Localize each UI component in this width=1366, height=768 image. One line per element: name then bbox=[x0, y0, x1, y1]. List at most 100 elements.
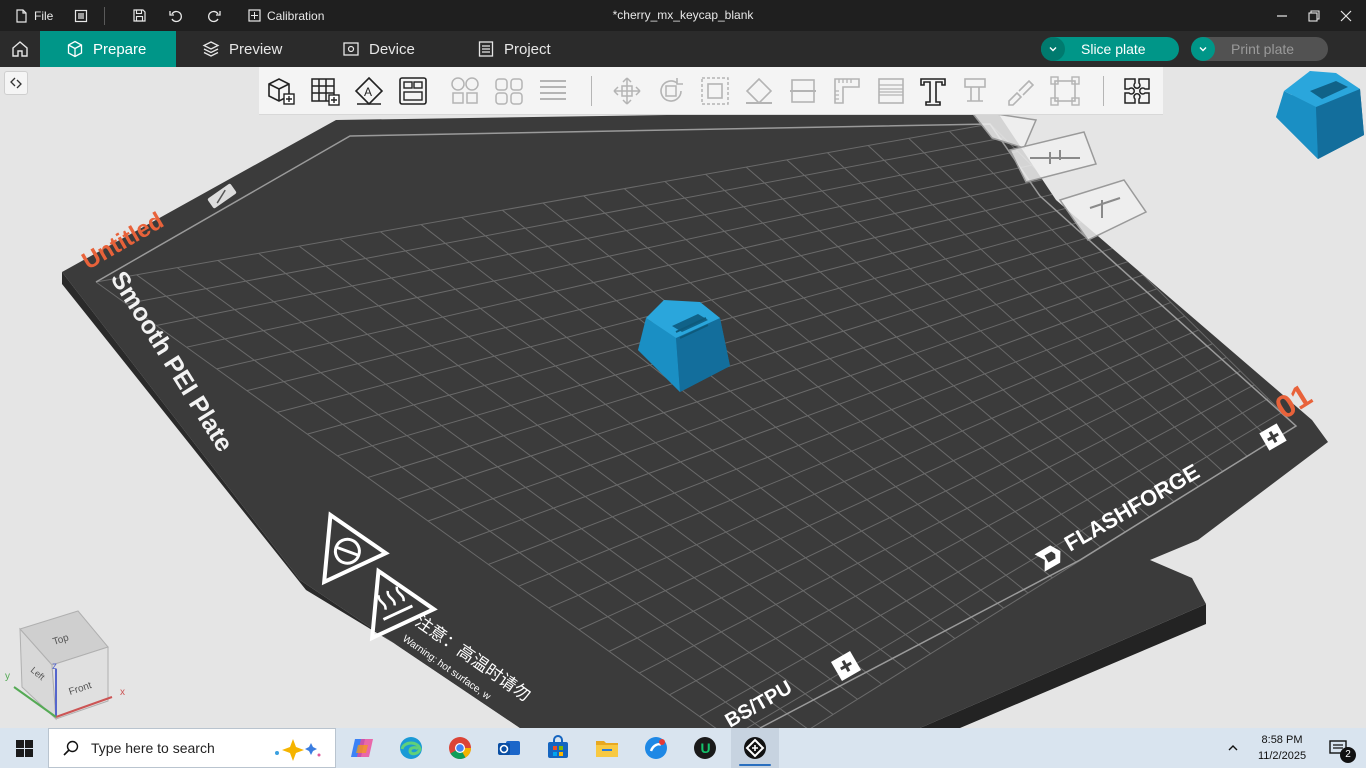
split-objects-button[interactable] bbox=[447, 73, 483, 109]
minimize-button[interactable] bbox=[1276, 0, 1288, 31]
cut-icon bbox=[790, 79, 816, 103]
assemble-view-button[interactable] bbox=[1119, 73, 1155, 109]
upwork-app[interactable]: U bbox=[685, 728, 725, 768]
chevron-up-icon bbox=[1228, 745, 1238, 751]
save-icon bbox=[133, 9, 146, 22]
edge-icon bbox=[400, 737, 422, 759]
build-plate-scene[interactable]: Untitled Smooth PEI Plate 01 FLASHFORGE … bbox=[0, 67, 1366, 728]
tab-device[interactable]: Device bbox=[342, 31, 415, 67]
split-parts-button[interactable] bbox=[491, 73, 527, 109]
rotate-tool-button[interactable] bbox=[653, 73, 689, 109]
document-title: *cherry_mx_keycap_blank bbox=[612, 8, 754, 22]
axis-x-label: x bbox=[120, 687, 125, 698]
seam-paint-button[interactable] bbox=[1003, 73, 1039, 109]
puzzle-icon bbox=[1124, 78, 1150, 104]
tab-preview[interactable]: Preview bbox=[202, 31, 282, 67]
menu-icon bbox=[74, 9, 88, 22]
variable-layer-icon bbox=[878, 78, 904, 104]
view-cube[interactable]: Top Front Left z x y bbox=[0, 607, 140, 725]
clock-date: 11/2/2025 bbox=[1257, 750, 1307, 762]
chrome-icon bbox=[449, 737, 471, 759]
search-placeholder: Type here to search bbox=[91, 740, 215, 756]
slice-plate-label: Slice plate bbox=[1081, 41, 1146, 57]
layers-button[interactable] bbox=[535, 73, 571, 109]
home-button[interactable] bbox=[0, 31, 40, 67]
variable-layer-button[interactable] bbox=[873, 73, 909, 109]
assembly-button[interactable] bbox=[1047, 73, 1083, 109]
folder-icon bbox=[596, 741, 618, 757]
lay-on-face-icon bbox=[745, 77, 773, 105]
hamburger-menu[interactable] bbox=[74, 0, 88, 31]
object-toolbar: A bbox=[259, 67, 1163, 115]
file-icon bbox=[16, 8, 27, 23]
system-clock[interactable]: 8:58 PM 11/2/2025 bbox=[1250, 732, 1314, 764]
cube-icon bbox=[67, 40, 83, 58]
arrange-button[interactable] bbox=[307, 73, 343, 109]
clock-time: 8:58 PM bbox=[1261, 734, 1303, 746]
edge-app[interactable] bbox=[391, 728, 431, 768]
tab-preview-label: Preview bbox=[229, 40, 283, 58]
device-icon bbox=[343, 42, 359, 56]
toolbar-separator bbox=[1103, 76, 1104, 106]
model-thumbnail[interactable] bbox=[1270, 67, 1366, 163]
file-explorer-app[interactable] bbox=[587, 728, 627, 768]
file-menu-label: File bbox=[34, 8, 54, 23]
app-window: File Calibration *cherry_mx_keycap_blank bbox=[0, 0, 1366, 768]
start-button[interactable] bbox=[0, 728, 48, 768]
save-button[interactable] bbox=[132, 0, 147, 31]
3d-viewport[interactable]: Untitled Smooth PEI Plate 01 FLASHFORGE … bbox=[0, 67, 1366, 728]
slice-options-dropdown[interactable] bbox=[1041, 37, 1065, 61]
print-options-dropdown[interactable] bbox=[1191, 37, 1215, 61]
copilot-app[interactable] bbox=[342, 728, 382, 768]
taskbar-search[interactable]: Type here to search bbox=[48, 728, 336, 768]
measure-icon bbox=[834, 78, 860, 104]
scale-tool-button[interactable] bbox=[697, 73, 733, 109]
store-app[interactable] bbox=[538, 728, 578, 768]
redo-button[interactable] bbox=[206, 0, 222, 31]
upwork-icon: U bbox=[694, 737, 716, 759]
calibration-menu[interactable]: Calibration bbox=[248, 0, 324, 31]
sparkle-icon bbox=[275, 739, 321, 761]
text-tool-button[interactable] bbox=[915, 73, 951, 109]
auto-orient-button[interactable]: A bbox=[351, 73, 387, 109]
lay-on-face-button[interactable] bbox=[741, 73, 777, 109]
app-badge-icon bbox=[645, 737, 667, 759]
close-button[interactable] bbox=[1340, 0, 1352, 31]
add-object-button[interactable] bbox=[263, 73, 299, 109]
slice-plate-button[interactable]: Slice plate bbox=[1041, 37, 1179, 61]
project-icon bbox=[478, 41, 494, 57]
support-paint-button[interactable] bbox=[959, 73, 995, 109]
tab-prepare-label: Prepare bbox=[93, 40, 147, 58]
undo-button[interactable] bbox=[168, 0, 184, 31]
minimize-icon bbox=[1277, 14, 1287, 17]
move-tool-button[interactable] bbox=[609, 73, 645, 109]
text-icon bbox=[920, 78, 946, 106]
windows-logo-icon bbox=[15, 739, 33, 757]
chrome-app[interactable] bbox=[440, 728, 480, 768]
expand-sidebar-button[interactable] bbox=[4, 71, 28, 95]
outlook-app[interactable] bbox=[489, 728, 529, 768]
cut-tool-button[interactable] bbox=[785, 73, 821, 109]
file-menu[interactable]: File bbox=[14, 0, 53, 31]
orca-slicer-app[interactable] bbox=[731, 728, 779, 768]
notification-center[interactable]: 2 bbox=[1318, 728, 1358, 768]
measure-tool-button[interactable] bbox=[829, 73, 865, 109]
axis-z-label: z bbox=[52, 661, 57, 672]
windows-taskbar: Type here to search U 8:58 PM 11/2/2025 … bbox=[0, 728, 1366, 768]
show-hidden-icons[interactable] bbox=[1220, 728, 1246, 768]
title-separator bbox=[104, 7, 105, 25]
tab-project[interactable]: Project bbox=[477, 31, 551, 67]
tab-prepare[interactable]: Prepare bbox=[40, 31, 176, 67]
search-icon bbox=[63, 740, 79, 756]
maximize-button[interactable] bbox=[1308, 0, 1320, 31]
svg-text:A: A bbox=[364, 85, 372, 99]
calibration-label: Calibration bbox=[267, 8, 325, 23]
print-plate-label: Print plate bbox=[1231, 41, 1295, 57]
slicer-app-icon bbox=[744, 737, 766, 759]
plate-settings-button[interactable] bbox=[395, 73, 431, 109]
seam-paint-icon bbox=[1008, 79, 1035, 106]
print-plate-button[interactable]: Print plate bbox=[1191, 37, 1328, 61]
tab-project-label: Project bbox=[504, 40, 551, 58]
layers-icon bbox=[540, 80, 566, 100]
slicer-helper-app[interactable] bbox=[636, 728, 676, 768]
